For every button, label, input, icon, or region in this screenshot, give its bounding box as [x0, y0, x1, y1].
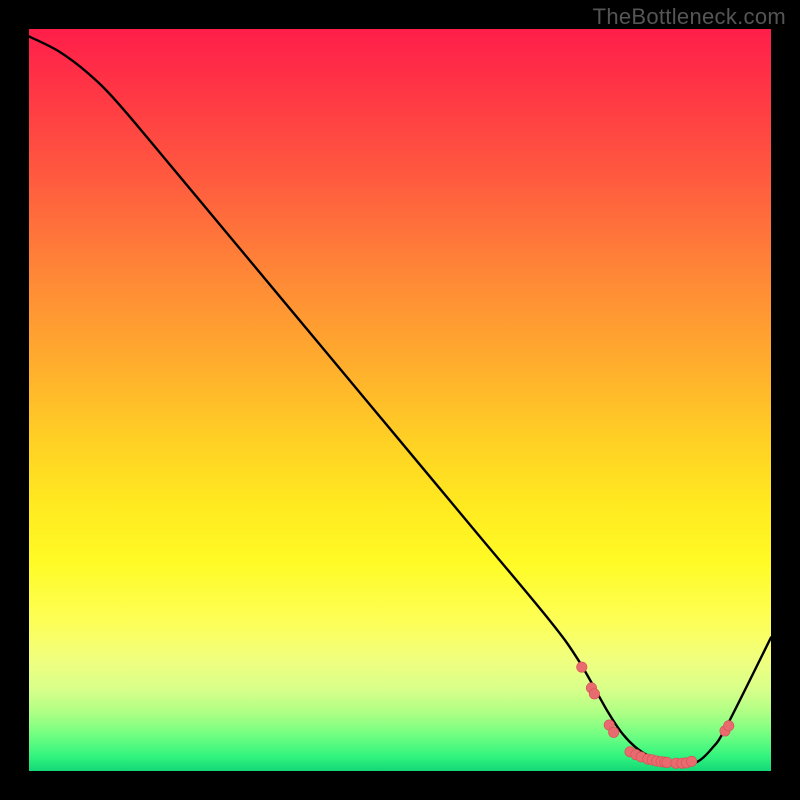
chart-frame: TheBottleneck.com	[0, 0, 800, 800]
data-marker	[609, 727, 619, 737]
data-marker	[589, 689, 599, 699]
bottleneck-curve	[29, 36, 771, 763]
curve-svg	[29, 29, 771, 771]
watermark-text: TheBottleneck.com	[593, 4, 786, 30]
plot-area	[29, 29, 771, 771]
data-marker	[724, 721, 734, 731]
data-marker	[686, 756, 696, 766]
data-marker	[577, 662, 587, 672]
data-markers	[577, 662, 734, 768]
